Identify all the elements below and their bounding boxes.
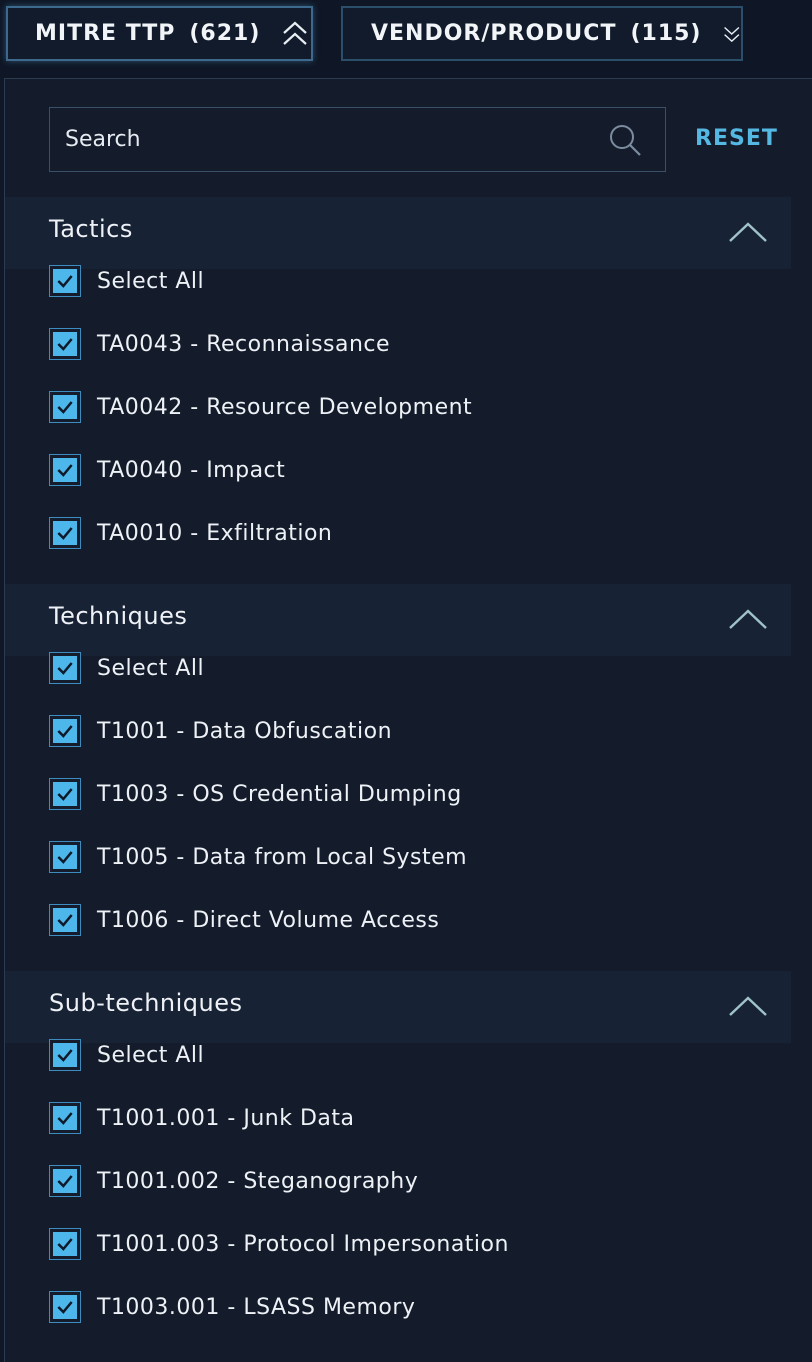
- filter-option[interactable]: T1001 - Data Obfuscation: [49, 711, 392, 751]
- checkmark-icon: [57, 725, 73, 738]
- checkbox-fill: [53, 656, 77, 680]
- select-all-sub-techniques[interactable]: Select All: [49, 1035, 204, 1075]
- checkmark-icon: [57, 788, 73, 801]
- filter-option[interactable]: T1006 - Direct Volume Access: [49, 900, 439, 940]
- section-title: Sub-techniques: [49, 989, 243, 1017]
- checkbox-fill: [53, 1169, 77, 1193]
- search-input[interactable]: [50, 126, 597, 153]
- checkbox[interactable]: [49, 1102, 81, 1134]
- checkbox-fill: [53, 719, 77, 743]
- filter-option[interactable]: T1003.001 - LSASS Memory: [49, 1287, 415, 1327]
- mitre-ttp-filter-button[interactable]: MITRE TTP (621): [6, 6, 313, 61]
- chevron-up-icon[interactable]: [727, 219, 769, 245]
- checkmark-icon: [57, 275, 73, 288]
- checkmark-icon: [57, 527, 73, 540]
- checkmark-icon: [57, 338, 73, 351]
- checkmark-icon: [57, 401, 73, 414]
- mitre-ttp-filter-label: MITRE TTP: [35, 21, 176, 46]
- reset-button[interactable]: RESET: [695, 126, 778, 151]
- option-label: T1001.001 - Junk Data: [97, 1105, 355, 1131]
- checkbox[interactable]: [49, 652, 81, 684]
- chevron-up-icon[interactable]: [727, 993, 769, 1019]
- option-label: T1006 - Direct Volume Access: [97, 907, 440, 933]
- checkbox[interactable]: [49, 1228, 81, 1260]
- checkbox-fill: [53, 1295, 77, 1319]
- mitre-ttp-filter-count: (621): [189, 21, 261, 46]
- checkbox-fill: [53, 782, 77, 806]
- checkbox[interactable]: [49, 1165, 81, 1197]
- section-title: Techniques: [49, 602, 188, 630]
- option-label: TA0042 - Resource Development: [97, 394, 473, 420]
- checkbox-fill: [53, 845, 77, 869]
- search-icon[interactable]: [607, 122, 643, 158]
- option-label: T1001.002 - Steganography: [97, 1168, 419, 1194]
- checkbox-fill: [53, 908, 77, 932]
- filter-option[interactable]: TA0042 - Resource Development: [49, 387, 472, 427]
- option-label: TA0043 - Reconnaissance: [97, 331, 391, 357]
- chevron-up-icon[interactable]: [727, 606, 769, 632]
- checkmark-icon: [57, 1301, 73, 1314]
- mitre-ttp-dropdown-panel: RESET Tactics Select All TA0043 - Reconnai…: [4, 78, 812, 1362]
- checkbox[interactable]: [49, 841, 81, 873]
- checkmark-icon: [57, 851, 73, 864]
- checkbox-fill: [53, 395, 77, 419]
- filter-bar: MITRE TTP (621) VENDOR/PRODUCT (115): [0, 0, 812, 78]
- filter-option[interactable]: TA0043 - Reconnaissance: [49, 324, 390, 364]
- filter-option[interactable]: T1001.001 - Junk Data: [49, 1098, 354, 1138]
- filter-option[interactable]: T1005 - Data from Local System: [49, 837, 467, 877]
- filter-option[interactable]: T1001.002 - Steganography: [49, 1161, 418, 1201]
- checkbox-fill: [53, 1043, 77, 1067]
- option-label: Select All: [97, 268, 205, 294]
- search-box: [49, 107, 666, 172]
- section-header-sub-techniques[interactable]: Sub-techniques: [5, 971, 791, 1043]
- checkbox[interactable]: [49, 517, 81, 549]
- option-label: T1001 - Data Obfuscation: [97, 718, 393, 744]
- checkbox[interactable]: [49, 265, 81, 297]
- vendor-product-filter-count: (115): [630, 21, 702, 46]
- checkmark-icon: [57, 464, 73, 477]
- checkbox[interactable]: [49, 715, 81, 747]
- filter-option[interactable]: TA0040 - Impact: [49, 450, 285, 490]
- checkmark-icon: [57, 1175, 73, 1188]
- checkbox[interactable]: [49, 1291, 81, 1323]
- option-label: TA0040 - Impact: [97, 457, 286, 483]
- checkbox-fill: [53, 269, 77, 293]
- checkbox-fill: [53, 521, 77, 545]
- checkbox[interactable]: [49, 454, 81, 486]
- vendor-product-filter-button[interactable]: VENDOR/PRODUCT (115): [341, 6, 743, 61]
- checkbox-fill: [53, 458, 77, 482]
- filter-option[interactable]: T1001.003 - Protocol Impersonation: [49, 1224, 509, 1264]
- option-label: Select All: [97, 655, 205, 681]
- option-label: T1003.001 - LSASS Memory: [97, 1294, 416, 1320]
- checkbox[interactable]: [49, 778, 81, 810]
- checkbox-fill: [53, 1232, 77, 1256]
- filter-option[interactable]: TA0010 - Exfiltration: [49, 513, 332, 553]
- filter-option[interactable]: T1003 - OS Credential Dumping: [49, 774, 462, 814]
- option-label: TA0010 - Exfiltration: [97, 520, 333, 546]
- checkmark-icon: [57, 1112, 73, 1125]
- vendor-product-filter-label: VENDOR/PRODUCT: [371, 21, 617, 46]
- option-label: T1005 - Data from Local System: [97, 844, 468, 870]
- checkbox[interactable]: [49, 904, 81, 936]
- section-header-tactics[interactable]: Tactics: [5, 197, 791, 269]
- checkbox-fill: [53, 1106, 77, 1130]
- section-header-techniques[interactable]: Techniques: [5, 584, 791, 656]
- checkbox[interactable]: [49, 328, 81, 360]
- double-chevron-up-icon: [283, 21, 308, 45]
- select-all-techniques[interactable]: Select All: [49, 648, 204, 688]
- option-label: T1001.003 - Protocol Impersonation: [97, 1231, 509, 1257]
- double-chevron-down-icon: [723, 26, 739, 42]
- section-title: Tactics: [49, 215, 133, 243]
- option-label: T1003 - OS Credential Dumping: [97, 781, 462, 807]
- checkbox-fill: [53, 332, 77, 356]
- checkbox[interactable]: [49, 1039, 81, 1071]
- select-all-tactics[interactable]: Select All: [49, 261, 204, 301]
- checkmark-icon: [57, 662, 73, 675]
- checkmark-icon: [57, 1238, 73, 1251]
- checkbox[interactable]: [49, 391, 81, 423]
- option-label: Select All: [97, 1042, 205, 1068]
- checkmark-icon: [57, 1049, 73, 1062]
- checkmark-icon: [57, 914, 73, 927]
